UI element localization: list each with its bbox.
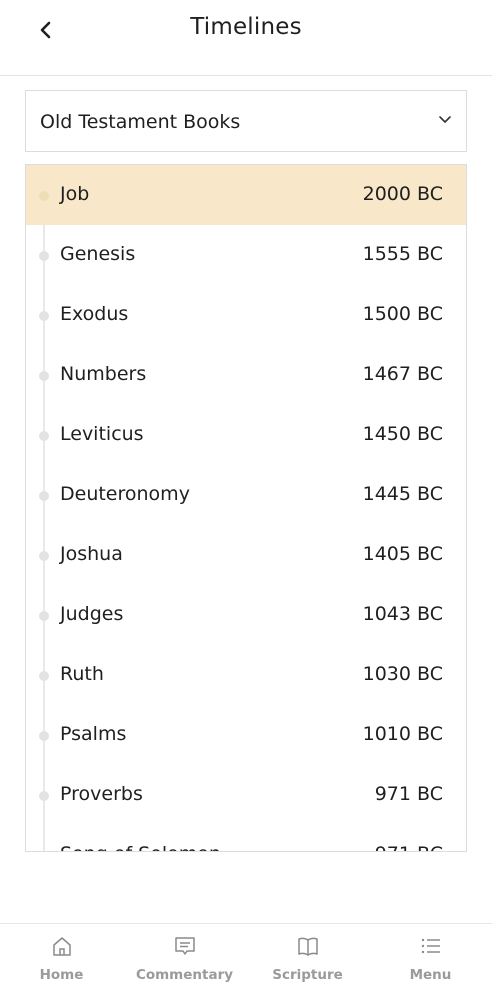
book-date: 1043 BC [362,603,443,625]
app-header: Timelines [0,0,492,76]
book-name: Judges [60,603,124,625]
comment-icon [174,937,195,955]
book-icon [297,937,318,956]
timeline-row[interactable]: Deuteronomy 1445 BC [26,465,466,525]
timeline-dot [39,551,49,561]
book-date: 1010 BC [362,723,443,745]
timeline-row[interactable]: Exodus 1500 BC [26,285,466,345]
bottom-tab-bar: Home Commentary Scripture Menu [0,923,492,1000]
timeline-dot [39,791,49,801]
book-date: 1030 BC [362,663,443,685]
home-icon [52,937,71,956]
timeline-row[interactable]: Genesis 1555 BC [26,225,466,285]
timeline-dot [39,251,49,261]
timeline-row[interactable]: Song of Solomon 971 BC [26,825,466,852]
timeline-row[interactable]: Judges 1043 BC [26,585,466,645]
book-date: 971 BC [375,843,443,851]
timeline-list[interactable]: Job 2000 BC Genesis 1555 BC Exodus 1500 BC Num… [25,164,467,852]
tab-label: Menu [409,967,452,983]
tab-scripture[interactable]: Scripture [246,924,369,1000]
select-value: Old Testament Books [40,111,241,133]
book-name: Deuteronomy [60,483,190,505]
book-name: Numbers [60,363,147,385]
book-name: Job [60,183,90,205]
book-name: Joshua [60,543,123,565]
timeline-dot [39,191,49,201]
tab-menu[interactable]: Menu [369,924,492,1000]
tab-commentary[interactable]: Commentary [123,924,246,1000]
book-date: 1405 BC [362,543,443,565]
timeline-dot [39,371,49,381]
book-name: Psalms [60,723,127,745]
book-category-select[interactable]: Old Testament Books [25,90,467,152]
book-name: Song of Solomon [60,843,221,851]
timeline-dot [39,851,49,852]
timeline-dot [39,311,49,321]
timeline-dot [39,431,49,441]
timeline-row[interactable]: Joshua 1405 BC [26,525,466,585]
book-date: 1445 BC [362,483,443,505]
timeline-row[interactable]: Job 2000 BC [26,165,466,225]
book-date: 1555 BC [362,243,443,265]
timeline-dot [39,671,49,681]
tab-label: Commentary [135,967,234,983]
timeline-dot [39,611,49,621]
menu-icon [421,938,440,954]
book-name: Proverbs [60,783,143,805]
book-name: Ruth [60,663,104,685]
timeline-row[interactable]: Ruth 1030 BC [26,645,466,705]
timeline-dot [39,731,49,741]
book-date: 2000 BC [362,183,443,205]
timeline-dot [39,491,49,501]
chevron-down-icon [439,116,451,123]
book-date: 1450 BC [362,423,443,445]
book-name: Genesis [60,243,136,265]
book-date: 971 BC [374,783,443,805]
timeline-row[interactable]: Leviticus 1450 BC [26,405,466,465]
book-date: 1500 BC [362,303,443,325]
tab-home[interactable]: Home [0,924,123,1000]
page-title: Timelines [190,14,302,40]
book-name: Exodus [60,303,129,325]
book-name: Leviticus [60,423,144,445]
book-date: 1467 BC [362,363,443,385]
timeline-row[interactable]: Proverbs 971 BC [26,765,466,825]
timeline-row[interactable]: Psalms 1010 BC [26,705,466,765]
timeline-row[interactable]: Numbers 1467 BC [26,345,466,405]
tab-label: Scripture [272,967,343,983]
tab-label: Home [39,967,84,983]
